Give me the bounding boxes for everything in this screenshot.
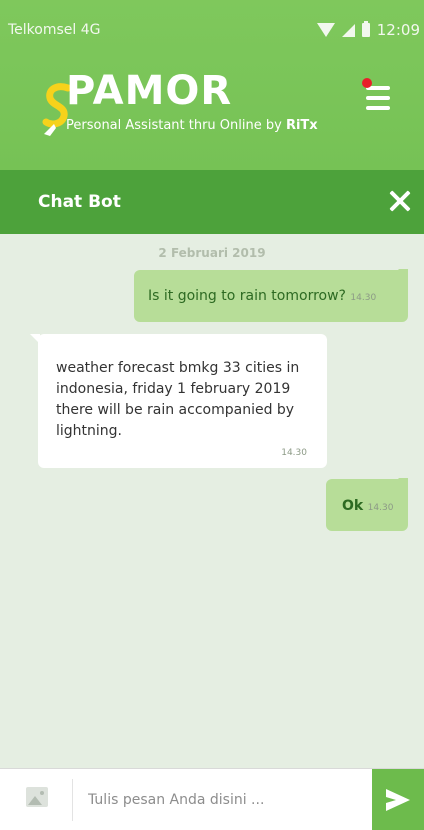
chat-messages[interactable]: 2 Februari 2019 Is it going to rain tomo… [0, 234, 424, 768]
message-composer [0, 768, 424, 830]
app-tagline: Personal Assistant thru Online by RiTx [66, 118, 318, 133]
message-time: 14.30 [367, 503, 394, 513]
app-header: PAMOR Personal Assistant thru Online by … [0, 54, 424, 170]
chat-title: Chat Bot [38, 192, 121, 212]
notification-dot [362, 78, 372, 88]
tagline-text: Personal Assistant thru Online by [66, 118, 286, 133]
message-outgoing[interactable]: Ok 14.30 [326, 478, 408, 531]
message-outgoing[interactable]: Is it going to rain tomorrow? 14.30 [134, 269, 408, 322]
carrier-label: Telkomsel 4G [8, 22, 101, 38]
chat-title-bar: Chat Bot [0, 170, 424, 234]
message-time: 14.30 [350, 293, 377, 303]
date-separator: 2 Februari 2019 [158, 246, 266, 260]
message-input[interactable] [88, 785, 358, 815]
message-text: weather forecast bmkg 33 cities in indon… [56, 360, 300, 439]
divider [72, 779, 73, 821]
app-logo: PAMOR [66, 68, 233, 114]
clock: 12:09 [376, 21, 420, 39]
message-text: Ok [342, 498, 364, 514]
battery-icon [361, 21, 370, 37]
status-indicators: 12:09 [316, 21, 420, 39]
wifi-icon [316, 23, 335, 37]
status-bar: Telkomsel 4G 12:09 [0, 0, 424, 54]
message-incoming[interactable]: weather forecast bmkg 33 cities in indon… [30, 334, 327, 468]
menu-button[interactable] [362, 78, 392, 116]
message-time: 14.30 [281, 448, 307, 458]
signal-icon [341, 23, 355, 37]
send-button[interactable] [372, 769, 424, 830]
tagline-brand: RiTx [285, 118, 318, 133]
message-text: Is it going to rain tomorrow? [148, 288, 346, 304]
image-icon[interactable] [26, 787, 48, 807]
close-icon[interactable] [384, 186, 416, 218]
